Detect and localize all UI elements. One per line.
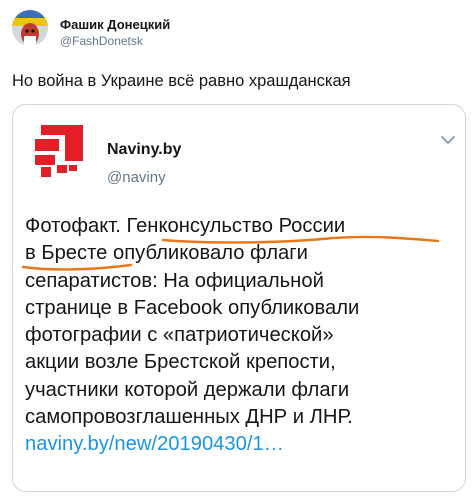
tweet-header: Фашик Донецкий @FashDonetsk — [12, 10, 462, 54]
underlined-text: Генконсульство России — [126, 215, 346, 237]
author-name[interactable]: Фашик Донецкий — [60, 17, 170, 32]
text-line: странице в Facebook опубликовали — [25, 296, 360, 319]
text-line: участники которой держали флаги — [25, 378, 350, 401]
chevron-down-icon[interactable] — [441, 135, 455, 145]
avatar[interactable] — [12, 10, 48, 46]
quoted-author-name[interactable]: Naviny.by — [107, 141, 181, 159]
article-link[interactable]: naviny.by/new/20190430/1… — [25, 433, 284, 455]
text-line: фотографии с «патриотической» — [25, 324, 334, 347]
text-line: акции возле Брестской крепости, — [25, 351, 336, 374]
quoted-author-handle[interactable]: @naviny — [107, 169, 166, 186]
text-fragment: Фотофакт. — [25, 215, 127, 237]
text-fragment: опубликовало флаги — [107, 242, 308, 265]
naviny-logo-icon — [35, 125, 83, 177]
text-line: сепаратистов: На официальной — [25, 269, 324, 292]
quoted-tweet-text: Фотофакт. Генконсульство России в Бресте… — [25, 213, 461, 459]
text-line: самопровозглашенных ДНР и ЛНР. — [25, 406, 353, 429]
author-handle[interactable]: @FashDonetsk — [60, 34, 143, 48]
underlined-text: в Бресте — [25, 242, 108, 265]
quoted-tweet-card[interactable]: Naviny.by @naviny Фотофакт. Генконсульст… — [12, 104, 466, 492]
tweet-text: Но война в Украине всё равно храшданская — [12, 72, 351, 90]
